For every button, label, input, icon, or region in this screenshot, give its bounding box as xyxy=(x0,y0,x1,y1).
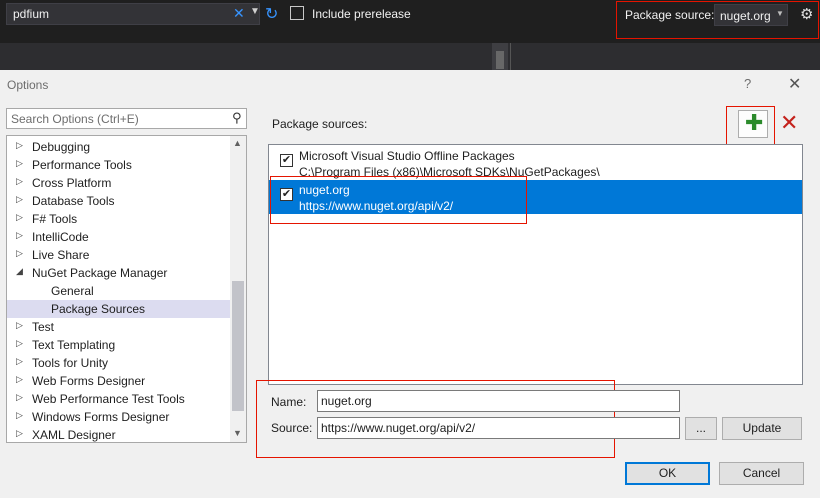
tree-item-label: IntelliCode xyxy=(32,230,89,244)
expanded-arrow-icon[interactable]: ◢ xyxy=(16,266,23,277)
tree-item[interactable]: ▷ Cross Platform xyxy=(7,174,231,192)
name-label: Name: xyxy=(271,395,307,409)
collapsed-arrow-icon[interactable]: ▷ xyxy=(16,428,23,439)
background-scrollbar[interactable] xyxy=(492,43,508,70)
search-icon[interactable]: ⚲ xyxy=(232,110,242,126)
collapsed-arrow-icon[interactable]: ▷ xyxy=(16,410,23,421)
tree-item[interactable]: ▷ Database Tools xyxy=(7,192,231,210)
tree-scrollbar[interactable]: ▲ ▼ xyxy=(230,136,246,442)
scroll-up-icon[interactable]: ▲ xyxy=(233,138,242,148)
options-tree[interactable]: ▷ XAML Designer ▷ Windows Forms Designer ▷ We… xyxy=(6,135,247,443)
tree-item[interactable]: ▷ XAML Designer xyxy=(7,426,231,442)
source-enabled-checkbox[interactable]: ✔ xyxy=(280,154,293,167)
collapsed-arrow-icon[interactable]: ▷ xyxy=(16,248,23,259)
background-scrollbar-thumb[interactable] xyxy=(496,51,504,69)
package-search-value: pdfium xyxy=(13,7,50,21)
tree-item[interactable]: ▷ Web Forms Designer xyxy=(7,372,231,390)
tree-item-label: Live Share xyxy=(32,248,90,262)
tree-item-label: Web Performance Test Tools xyxy=(32,392,185,406)
tree-item-label: Package Sources xyxy=(51,302,146,316)
collapsed-arrow-icon[interactable]: ▷ xyxy=(16,140,23,151)
package-source-value: nuget.org xyxy=(720,9,771,23)
package-source-select[interactable]: nuget.org ▼ xyxy=(714,4,788,26)
search-history-chevron-icon[interactable]: ▼ xyxy=(250,6,260,17)
package-sources-heading: Package sources: xyxy=(272,117,368,131)
tree-item-label: Text Templating xyxy=(32,338,116,352)
tree-item[interactable]: ▷ Debugging xyxy=(7,138,231,156)
help-button[interactable]: ? xyxy=(744,76,751,91)
tree-item-label: Cross Platform xyxy=(32,176,112,190)
tree-item-label: Debugging xyxy=(32,140,91,154)
tree-item[interactable]: ▷ Performance Tools xyxy=(7,156,231,174)
options-dialog: Options ? ✕ Search Options (Ctrl+E) ⚲ ▷ X… xyxy=(0,70,820,498)
remove-icon: ✕ xyxy=(780,110,799,135)
update-button[interactable]: Update xyxy=(722,417,802,440)
tree-item[interactable]: General xyxy=(7,282,231,300)
package-source-label: Package source: xyxy=(625,8,715,22)
refresh-icon[interactable]: ↻ xyxy=(265,4,278,24)
tree-item-label: XAML Designer xyxy=(32,428,116,442)
collapsed-arrow-icon[interactable]: ▷ xyxy=(16,338,23,349)
tree-scrollbar-thumb[interactable] xyxy=(232,281,244,411)
collapsed-arrow-icon[interactable]: ▷ xyxy=(16,320,23,331)
source-list-item[interactable]: ✔ Microsoft Visual Studio Offline Package… xyxy=(269,146,802,180)
close-button[interactable]: ✕ xyxy=(788,74,801,94)
source-input-value: https://www.nuget.org/api/v2/ xyxy=(321,421,476,435)
tree-item[interactable]: ▷ Test xyxy=(7,318,231,336)
tree-item[interactable]: ▷ Text Templating xyxy=(7,336,231,354)
package-search-input[interactable]: pdfium ✕ ▼ xyxy=(6,3,260,25)
dialog-title: Options xyxy=(7,78,49,92)
remove-source-button[interactable]: ✕ xyxy=(776,110,802,138)
tree-item-label: Test xyxy=(32,320,55,334)
include-prerelease-label: Include prerelease xyxy=(312,7,411,21)
source-input[interactable]: https://www.nuget.org/api/v2/ xyxy=(317,417,680,439)
collapsed-arrow-icon[interactable]: ▷ xyxy=(16,176,23,187)
tree-item-label: Web Forms Designer xyxy=(32,374,146,388)
tree-item[interactable]: ▷ Windows Forms Designer xyxy=(7,408,231,426)
tree-item-label: Performance Tools xyxy=(32,158,132,172)
nuget-toolbar: pdfium ✕ ▼ ↻ Include prerelease Package … xyxy=(0,0,820,70)
divider xyxy=(510,43,511,70)
options-search-input[interactable]: Search Options (Ctrl+E) ⚲ xyxy=(6,108,247,129)
cancel-button[interactable]: Cancel xyxy=(719,462,804,485)
source-label: Source: xyxy=(271,421,313,435)
collapsed-arrow-icon[interactable]: ▷ xyxy=(16,194,23,205)
tree-item[interactable]: ▷ Web Performance Test Tools xyxy=(7,390,231,408)
ok-button[interactable]: OK xyxy=(625,462,710,485)
tree-item[interactable]: ▷ F# Tools xyxy=(7,210,231,228)
add-source-button[interactable]: ✚ xyxy=(738,110,768,138)
tree-item-label: Database Tools xyxy=(32,194,115,208)
options-search-placeholder: Search Options (Ctrl+E) xyxy=(11,112,139,126)
tree-item[interactable]: ▷ Live Share xyxy=(7,246,231,264)
collapsed-arrow-icon[interactable]: ▷ xyxy=(16,158,23,169)
scroll-down-icon[interactable]: ▼ xyxy=(233,428,242,438)
collapsed-arrow-icon[interactable]: ▷ xyxy=(16,212,23,223)
gear-icon[interactable]: ⚙ xyxy=(800,5,813,23)
chevron-down-icon: ▼ xyxy=(776,9,784,18)
collapsed-arrow-icon[interactable]: ▷ xyxy=(16,392,23,403)
nuget-source-highlight xyxy=(270,176,527,224)
include-prerelease-checkbox[interactable] xyxy=(290,6,304,20)
collapsed-arrow-icon[interactable]: ▷ xyxy=(16,374,23,385)
tree-item[interactable]: ◢ NuGet Package Manager xyxy=(7,264,231,282)
clear-search-icon[interactable]: ✕ xyxy=(233,5,245,22)
tree-item[interactable]: ▷ IntelliCode xyxy=(7,228,231,246)
collapsed-arrow-icon[interactable]: ▷ xyxy=(16,230,23,241)
tree-item[interactable]: ▷ Tools for Unity xyxy=(7,354,231,372)
browse-button[interactable]: ... xyxy=(685,417,717,440)
tree-item-label: General xyxy=(51,284,94,298)
toolbar-lower-strip xyxy=(0,43,820,70)
source-name: Microsoft Visual Studio Offline Packages xyxy=(299,149,515,163)
tree-item-label: Windows Forms Designer xyxy=(32,410,170,424)
name-input-value: nuget.org xyxy=(321,394,372,408)
tree-item[interactable]: Package Sources xyxy=(7,300,231,318)
tree-item-label: F# Tools xyxy=(32,212,78,226)
tree-item-label: Tools for Unity xyxy=(32,356,109,370)
collapsed-arrow-icon[interactable]: ▷ xyxy=(16,356,23,367)
plus-icon: ✚ xyxy=(745,110,764,135)
name-input[interactable]: nuget.org xyxy=(317,390,680,412)
tree-item-label: NuGet Package Manager xyxy=(32,266,168,280)
